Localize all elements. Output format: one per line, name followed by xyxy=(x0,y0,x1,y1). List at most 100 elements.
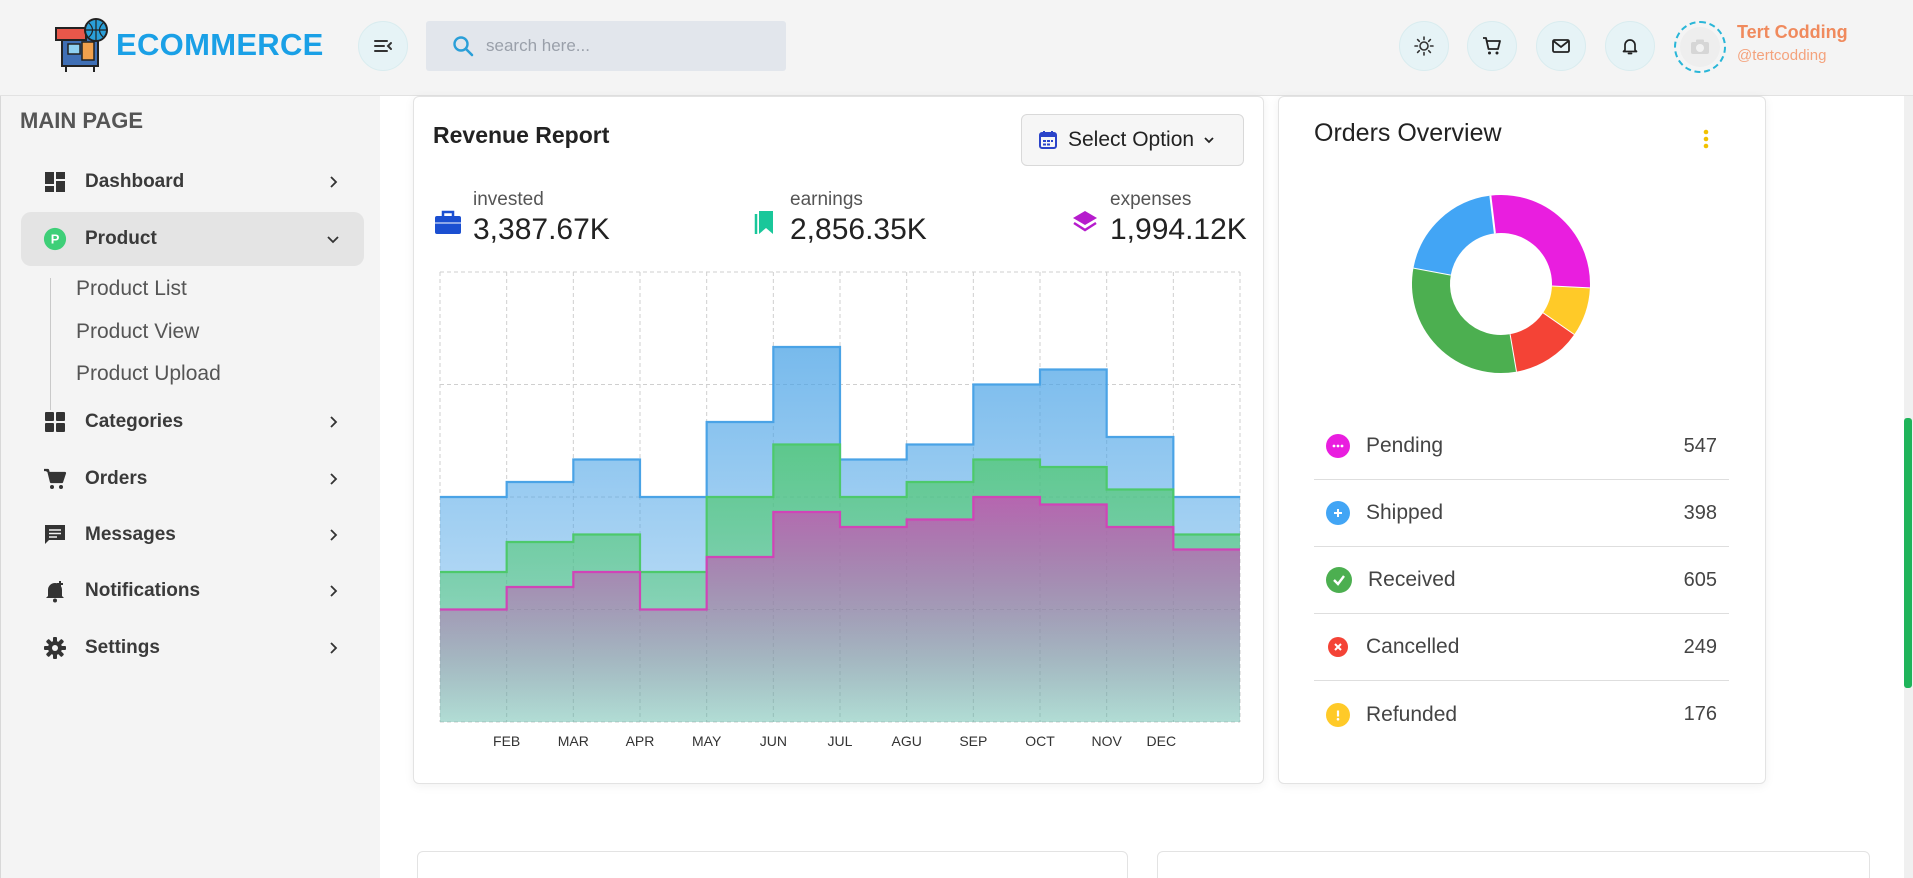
user-name[interactable]: Tert Codding xyxy=(1737,22,1848,43)
theme-toggle-button[interactable] xyxy=(1399,21,1449,71)
x-tick-label: APR xyxy=(626,733,655,749)
orders-donut-chart xyxy=(1412,195,1590,373)
sidebar-item-categories[interactable]: Categories xyxy=(21,395,364,449)
bell-plus-icon xyxy=(43,579,67,603)
notifications-button[interactable] xyxy=(1605,21,1655,71)
cart-icon xyxy=(43,467,67,491)
donut-slice-pending[interactable] xyxy=(1490,195,1590,289)
orders-overview-title: Orders Overview xyxy=(1314,119,1502,147)
cart-icon xyxy=(1483,37,1501,55)
page-scroll-thumb[interactable] xyxy=(1904,418,1912,688)
sidebar-item-label: Categories xyxy=(85,411,184,432)
sidebar-item-settings[interactable]: Settings xyxy=(21,621,364,675)
bottom-card-left xyxy=(417,851,1128,878)
status-count: 176 xyxy=(1683,703,1717,725)
orders-overview-card: Orders Overview Pending 547 Shipped 398 … xyxy=(1278,96,1766,784)
chevron-right-icon xyxy=(330,585,338,597)
sun-icon xyxy=(1414,36,1434,56)
donut-slice-refunded[interactable] xyxy=(1542,285,1590,335)
x-tick-label: JUL xyxy=(828,733,853,749)
brand-name: ECOMMERCE xyxy=(116,27,324,62)
chevron-right-icon xyxy=(330,642,338,654)
bottom-card-right xyxy=(1157,851,1870,878)
sidebar-item-label: Orders xyxy=(85,468,148,489)
mail-button[interactable] xyxy=(1536,21,1586,71)
submenu-guide-line xyxy=(50,278,51,410)
x-tick-label: FEB xyxy=(493,733,520,749)
status-row-received: Received 605 xyxy=(1314,547,1729,614)
camera-icon xyxy=(1691,39,1709,54)
status-label: Received xyxy=(1368,568,1456,591)
chevron-right-icon xyxy=(330,416,338,428)
store-logo-icon xyxy=(55,18,108,72)
product-icon: P xyxy=(43,227,67,251)
refunded-alert-icon xyxy=(1326,702,1350,727)
status-row-cancelled: Cancelled 249 xyxy=(1314,614,1729,681)
sidebar-section-label: MAIN PAGE xyxy=(20,108,144,133)
sidebar-subitem-product-list[interactable]: Product List xyxy=(76,277,187,301)
sidebar-subitem-product-view[interactable]: Product View xyxy=(76,320,199,344)
search-bar xyxy=(426,21,786,71)
status-label: Shipped xyxy=(1366,501,1444,524)
status-row-refunded: Refunded 176 xyxy=(1314,681,1729,748)
x-tick-label: OCT xyxy=(1025,733,1055,749)
status-label: Pending xyxy=(1366,434,1444,457)
status-label: Refunded xyxy=(1366,702,1458,726)
x-tick-label: DEC xyxy=(1147,733,1177,749)
bell-icon xyxy=(1622,39,1638,55)
x-tick-label: MAR xyxy=(558,733,589,749)
revenue-step-area-chart: FEB MAR APR MAY JUN JUL AGU SEP OCT NOV DEC xyxy=(439,271,1241,749)
status-count: 605 xyxy=(1683,568,1717,591)
x-tick-label: JUN xyxy=(760,733,787,749)
cancelled-x-icon xyxy=(1328,637,1348,657)
sidebar-item-label: Dashboard xyxy=(85,171,185,192)
x-tick-label: MAY xyxy=(692,733,722,749)
chevron-right-icon xyxy=(330,176,338,188)
gear-icon xyxy=(43,636,67,660)
donut-slice-shipped[interactable] xyxy=(1413,195,1496,276)
shipped-plus-icon xyxy=(1326,501,1350,525)
x-tick-label: NOV xyxy=(1091,733,1122,749)
chevron-right-icon xyxy=(330,529,338,541)
sidebar-item-label: Settings xyxy=(85,637,160,658)
chevron-down-icon xyxy=(327,236,339,244)
dashboard-icon xyxy=(43,170,67,194)
sidebar-toggle-button[interactable] xyxy=(358,21,408,71)
received-check-icon xyxy=(1326,567,1352,593)
search-input[interactable] xyxy=(486,36,766,56)
sidebar-item-dashboard[interactable]: Dashboard xyxy=(21,155,364,209)
menu-collapse-icon xyxy=(374,40,392,52)
avatar[interactable] xyxy=(1674,21,1726,73)
message-icon xyxy=(43,523,67,547)
revenue-report-card: Revenue Report Select Option invested 3,… xyxy=(413,96,1264,784)
svg-text:P: P xyxy=(51,232,60,247)
x-tick-label: AGU xyxy=(891,733,921,749)
sidebar-item-label: Notifications xyxy=(85,580,201,601)
status-row-pending: Pending 547 xyxy=(1314,413,1729,480)
brand-logo[interactable]: ECOMMERCE xyxy=(52,16,324,74)
sidebar-item-label: Product xyxy=(85,228,157,249)
sidebar-item-notifications[interactable]: Notifications xyxy=(21,564,364,618)
status-count: 249 xyxy=(1683,635,1717,658)
sidebar-item-label: Messages xyxy=(85,524,176,545)
x-tick-label: SEP xyxy=(959,733,987,749)
donut-slice-received[interactable] xyxy=(1412,267,1516,373)
sidebar-subitem-product-upload[interactable]: Product Upload xyxy=(76,362,221,386)
chevron-right-icon xyxy=(330,473,338,485)
donut-slice-cancelled[interactable] xyxy=(1508,312,1574,372)
status-row-shipped: Shipped 398 xyxy=(1314,480,1729,547)
sidebar-item-product[interactable]: P Product xyxy=(21,212,364,266)
more-vertical-icon[interactable] xyxy=(1699,127,1713,151)
status-count: 398 xyxy=(1683,501,1717,524)
sidebar-item-orders[interactable]: Orders xyxy=(21,452,364,506)
sidebar: MAIN PAGE Dashboard P Product Product Li… xyxy=(0,96,380,878)
status-label: Cancelled xyxy=(1366,635,1460,658)
sidebar-item-messages[interactable]: Messages xyxy=(21,508,364,562)
top-header: ECOMMERCE search here... Tert Codding @t… xyxy=(0,0,1913,96)
search-icon xyxy=(453,36,474,57)
cart-button[interactable] xyxy=(1467,21,1517,71)
user-handle: @tertcodding xyxy=(1737,47,1827,64)
status-count: 547 xyxy=(1683,434,1717,457)
categories-icon xyxy=(43,410,67,434)
mail-icon xyxy=(1552,39,1570,53)
